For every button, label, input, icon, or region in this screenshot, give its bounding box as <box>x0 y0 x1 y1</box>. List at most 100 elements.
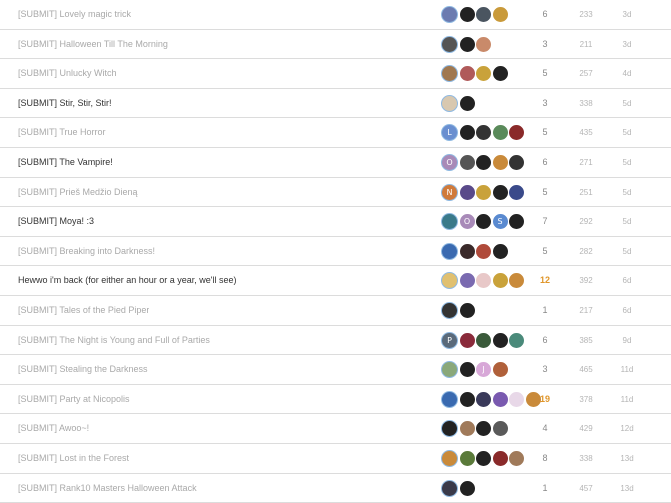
last-activity-link[interactable]: 9d <box>610 326 644 355</box>
poster-avatar[interactable] <box>460 273 475 288</box>
topic-row[interactable]: Hewwo i'm back (for either an hour or a … <box>0 266 671 296</box>
poster-avatar[interactable] <box>441 6 458 23</box>
topic-title-link[interactable]: [SUBMIT] Breaking into Darkness! <box>18 237 155 266</box>
poster-avatar[interactable] <box>476 273 491 288</box>
poster-avatar[interactable]: L <box>441 124 458 141</box>
poster-avatar[interactable] <box>509 155 524 170</box>
topic-row[interactable]: [SUBMIT] Rank10 Masters Halloween Attack… <box>0 474 671 503</box>
topic-row[interactable]: [SUBMIT] Tales of the Pied Piper12176d <box>0 296 671 326</box>
last-activity-link[interactable]: 5d <box>610 148 644 177</box>
poster-avatar[interactable] <box>493 421 508 436</box>
topic-title-link[interactable]: [SUBMIT] Tales of the Pied Piper <box>18 296 149 325</box>
topic-title-link[interactable]: [SUBMIT] Stir, Stir, Stir! <box>18 89 112 118</box>
poster-avatar[interactable] <box>493 451 508 466</box>
poster-avatar[interactable] <box>493 125 508 140</box>
poster-avatar[interactable]: J <box>476 362 491 377</box>
poster-avatar[interactable]: O <box>460 214 475 229</box>
poster-avatar[interactable] <box>509 273 524 288</box>
poster-avatar[interactable] <box>509 185 524 200</box>
topic-title-link[interactable]: [SUBMIT] Rank10 Masters Halloween Attack <box>18 474 197 503</box>
topic-title-link[interactable]: [SUBMIT] Lovely magic trick <box>18 0 131 29</box>
last-activity-link[interactable]: 6d <box>610 266 644 295</box>
poster-avatar[interactable] <box>476 451 491 466</box>
last-activity-link[interactable]: 5d <box>610 118 644 147</box>
poster-avatar[interactable] <box>441 391 458 408</box>
poster-avatar[interactable] <box>493 66 508 81</box>
poster-avatar[interactable] <box>476 214 491 229</box>
topic-row[interactable]: [SUBMIT] Stir, Stir, Stir!33385d <box>0 89 671 119</box>
poster-avatar[interactable] <box>476 125 491 140</box>
topic-title-link[interactable]: Hewwo i'm back (for either an hour or a … <box>18 266 237 295</box>
poster-avatar[interactable] <box>509 125 524 140</box>
topic-row[interactable]: [SUBMIT] Stealing the DarknessJ346511d <box>0 355 671 385</box>
poster-avatar[interactable] <box>476 333 491 348</box>
topic-title-link[interactable]: [SUBMIT] Moya! :3 <box>18 207 94 236</box>
poster-avatar[interactable] <box>460 244 475 259</box>
topic-title-link[interactable]: [SUBMIT] Halloween Till The Morning <box>18 30 168 59</box>
last-activity-link[interactable]: 3d <box>610 30 644 59</box>
poster-avatar[interactable] <box>476 185 491 200</box>
poster-avatar[interactable] <box>441 302 458 319</box>
last-activity-link[interactable]: 13d <box>610 444 644 473</box>
poster-avatar[interactable] <box>509 333 524 348</box>
topic-title-link[interactable]: [SUBMIT] Lost in the Forest <box>18 444 129 473</box>
last-activity-link[interactable]: 11d <box>610 355 644 384</box>
poster-avatar[interactable] <box>509 214 524 229</box>
poster-avatar[interactable] <box>476 66 491 81</box>
poster-avatar[interactable] <box>441 420 458 437</box>
topic-row[interactable]: [SUBMIT] Moya! :3OS72925d <box>0 207 671 237</box>
poster-avatar[interactable] <box>441 450 458 467</box>
poster-avatar[interactable] <box>476 7 491 22</box>
poster-avatar[interactable] <box>476 392 491 407</box>
last-activity-link[interactable]: 3d <box>610 0 644 29</box>
poster-avatar[interactable] <box>441 65 458 82</box>
topic-row[interactable]: [SUBMIT] Breaking into Darkness!52825d <box>0 237 671 267</box>
poster-avatar[interactable] <box>460 37 475 52</box>
poster-avatar[interactable] <box>493 392 508 407</box>
poster-avatar[interactable] <box>493 185 508 200</box>
poster-avatar[interactable] <box>460 362 475 377</box>
poster-avatar[interactable] <box>493 333 508 348</box>
last-activity-link[interactable]: 5d <box>610 237 644 266</box>
topic-title-link[interactable]: [SUBMIT] The Night is Young and Full of … <box>18 326 210 355</box>
poster-avatar[interactable] <box>460 451 475 466</box>
poster-avatar[interactable]: N <box>441 184 458 201</box>
topic-row[interactable]: [SUBMIT] The Vampire!O62715d <box>0 148 671 178</box>
topic-row[interactable]: [SUBMIT] Awoo~!442912d <box>0 414 671 444</box>
poster-avatar[interactable] <box>509 392 524 407</box>
poster-avatar[interactable] <box>460 125 475 140</box>
poster-avatar[interactable] <box>441 243 458 260</box>
poster-avatar[interactable]: P <box>441 332 458 349</box>
poster-avatar[interactable] <box>441 36 458 53</box>
poster-avatar[interactable] <box>441 213 458 230</box>
poster-avatar[interactable] <box>509 451 524 466</box>
poster-avatar[interactable] <box>460 66 475 81</box>
poster-avatar[interactable] <box>493 155 508 170</box>
poster-avatar[interactable] <box>460 481 475 496</box>
topic-row[interactable]: [SUBMIT] True HorrorL54355d <box>0 118 671 148</box>
poster-avatar[interactable] <box>441 272 458 289</box>
poster-avatar[interactable] <box>441 95 458 112</box>
topic-title-link[interactable]: [SUBMIT] Party at Nicopolis <box>18 385 130 414</box>
poster-avatar[interactable] <box>460 303 475 318</box>
poster-avatar[interactable] <box>493 7 508 22</box>
last-activity-link[interactable]: 5d <box>610 178 644 207</box>
last-activity-link[interactable]: 5d <box>610 89 644 118</box>
topic-row[interactable]: [SUBMIT] Halloween Till The Morning32113… <box>0 30 671 60</box>
poster-avatar[interactable] <box>476 421 491 436</box>
poster-avatar[interactable] <box>441 480 458 497</box>
topic-title-link[interactable]: [SUBMIT] Unlucky Witch <box>18 59 117 88</box>
topic-title-link[interactable]: [SUBMIT] Prieš Medžio Dieną <box>18 178 138 207</box>
last-activity-link[interactable]: 12d <box>610 414 644 443</box>
topic-title-link[interactable]: [SUBMIT] True Horror <box>18 118 106 147</box>
last-activity-link[interactable]: 6d <box>610 296 644 325</box>
poster-avatar[interactable] <box>460 155 475 170</box>
poster-avatar[interactable]: O <box>441 154 458 171</box>
poster-avatar[interactable] <box>460 7 475 22</box>
topic-row[interactable]: [SUBMIT] Party at Nicopolis1937811d <box>0 385 671 415</box>
topic-row[interactable]: [SUBMIT] Prieš Medžio DienąN52515d <box>0 178 671 208</box>
topic-title-link[interactable]: [SUBMIT] The Vampire! <box>18 148 113 177</box>
poster-avatar[interactable]: S <box>493 214 508 229</box>
last-activity-link[interactable]: 5d <box>610 207 644 236</box>
topic-title-link[interactable]: [SUBMIT] Stealing the Darkness <box>18 355 148 384</box>
